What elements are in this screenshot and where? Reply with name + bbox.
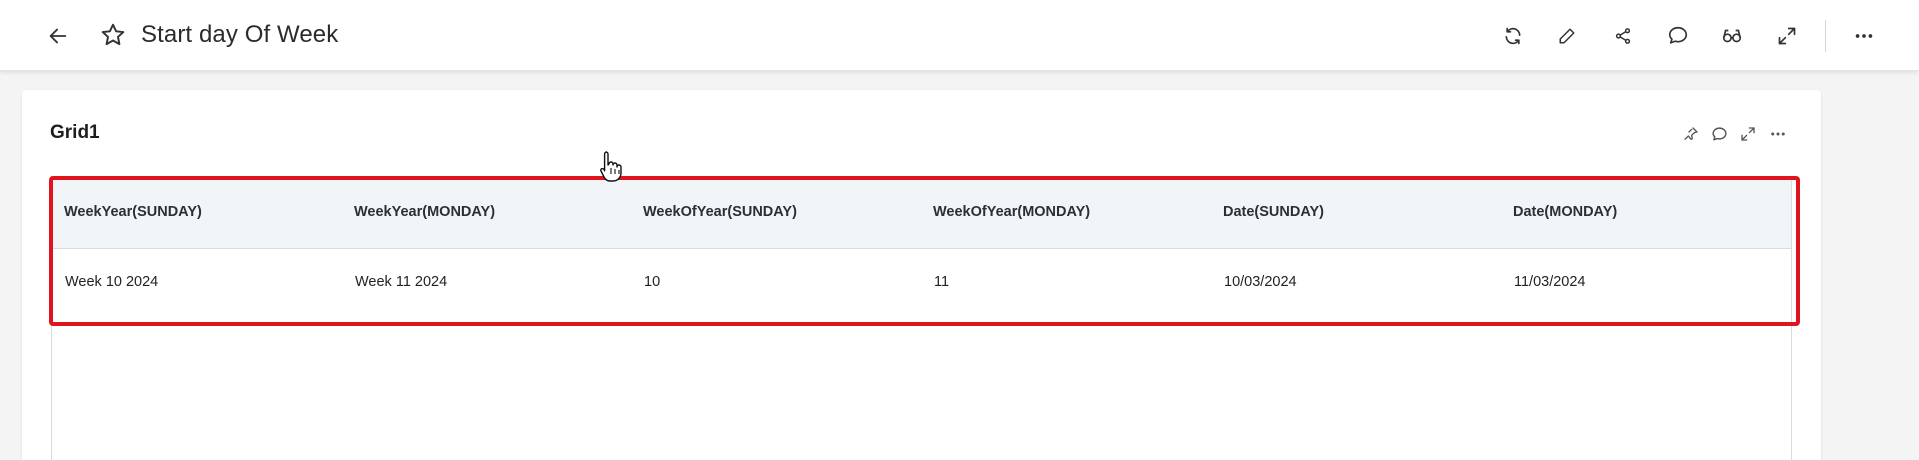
grid-header-row: WeekYear(SUNDAY) WeekYear(MONDAY) WeekOf… [52, 176, 1791, 249]
comment-icon[interactable] [1707, 122, 1731, 146]
star-icon[interactable] [97, 19, 129, 51]
pin-icon[interactable] [1679, 122, 1703, 146]
edit-icon[interactable] [1551, 20, 1583, 52]
view-glasses-icon[interactable] [1716, 20, 1748, 52]
toolbar-divider [1825, 20, 1826, 52]
column-header[interactable]: WeekOfYear(MONDAY) [933, 176, 1090, 248]
table-row[interactable]: Week 10 2024 Week 11 2024 10 11 10/03/20… [52, 249, 1791, 314]
table-cell: 11/03/2024 [1514, 273, 1586, 290]
column-header[interactable]: WeekOfYear(SUNDAY) [643, 176, 797, 248]
table-cell: Week 10 2024 [65, 273, 159, 290]
column-header[interactable]: Date(SUNDAY) [1223, 176, 1324, 248]
back-arrow-icon[interactable] [42, 20, 74, 52]
page-title: Start day Of Week [141, 21, 339, 48]
data-grid: WeekYear(SUNDAY) WeekYear(MONDAY) WeekOf… [51, 176, 1792, 460]
expand-icon[interactable] [1736, 122, 1760, 146]
comment-icon[interactable] [1662, 20, 1694, 52]
column-header[interactable]: Date(MONDAY) [1513, 176, 1617, 248]
more-options-icon[interactable] [1848, 20, 1880, 52]
column-header[interactable]: WeekYear(SUNDAY) [64, 176, 202, 248]
table-cell: 10 [644, 273, 661, 290]
widget-title: Grid1 [50, 122, 100, 143]
table-cell: Week 11 2024 [355, 273, 448, 290]
more-options-icon[interactable] [1766, 122, 1790, 146]
column-header[interactable]: WeekYear(MONDAY) [354, 176, 495, 248]
top-bar: Start day Of Week [0, 0, 1919, 71]
refresh-icon[interactable] [1497, 20, 1529, 52]
table-cell: 10/03/2024 [1224, 273, 1297, 290]
grid-widget-card: Grid1 WeekYear(SUNDAY) WeekYear(MONDAY) [22, 90, 1821, 460]
expand-icon[interactable] [1771, 20, 1803, 52]
table-cell: 11 [934, 273, 950, 290]
share-icon[interactable] [1607, 20, 1639, 52]
